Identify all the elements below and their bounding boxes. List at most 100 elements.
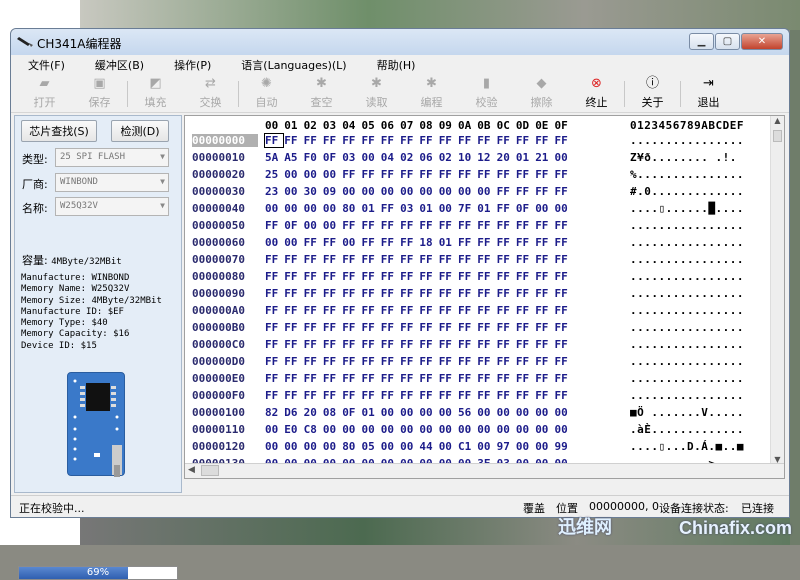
hex-byte[interactable]: FF [400, 338, 418, 351]
hex-byte[interactable]: FF [419, 389, 437, 402]
hex-byte[interactable]: FF [516, 355, 534, 368]
hex-byte[interactable]: 00 [555, 151, 573, 164]
hex-byte[interactable]: FF [284, 134, 302, 147]
hex-byte[interactable]: FF [477, 304, 495, 317]
hex-byte[interactable]: 80 [342, 202, 360, 215]
hex-byte[interactable]: 00 [284, 185, 302, 198]
tool-open[interactable]: ▰ 打开 [17, 75, 72, 113]
scroll-thumb[interactable] [773, 130, 782, 142]
hex-byte[interactable]: FF [323, 355, 341, 368]
hex-byte[interactable]: D6 [284, 406, 302, 419]
hex-byte[interactable]: FF [516, 270, 534, 283]
hex-byte[interactable]: FF [265, 219, 283, 232]
hex-byte[interactable]: 00 [477, 440, 495, 453]
row-ascii[interactable]: Z¥ð........ .!. [630, 151, 737, 164]
hex-byte[interactable]: FF [400, 236, 418, 249]
hex-byte[interactable]: FF [497, 321, 515, 334]
hex-row[interactable]: 00000060 00 00 FF FF 00 FF FF FF 18 01 FF FF FF FF FF FF… [185, 236, 784, 253]
hex-byte[interactable]: FF [304, 304, 322, 317]
hex-byte[interactable]: FF [400, 219, 418, 232]
hex-byte[interactable]: 00 [419, 185, 437, 198]
tool-blank-check[interactable]: ✱ 查空 [294, 75, 349, 113]
hex-row[interactable]: 000000D0 FF FF FF FF FF FF FF FF FF FF FF FF FF FF FF FF… [185, 355, 784, 372]
hex-byte[interactable]: FF [555, 134, 573, 147]
tool-auto[interactable]: ✺ 自动 [239, 75, 294, 113]
hex-byte[interactable]: 00 [284, 168, 302, 181]
hex-byte[interactable]: FF [284, 270, 302, 283]
hex-byte[interactable]: FF [439, 219, 457, 232]
hex-byte[interactable]: 12 [477, 151, 495, 164]
hex-byte[interactable]: FF [535, 134, 553, 147]
hex-byte[interactable]: 00 [323, 440, 341, 453]
hex-row[interactable]: 000000B0 FF FF FF FF FF FF FF FF FF FF FF FF FF FF FF FF… [185, 321, 784, 338]
hex-byte[interactable]: 00 [362, 423, 380, 436]
hex-byte[interactable]: FF [419, 304, 437, 317]
tool-exit[interactable]: ⇥ 退出 [681, 75, 736, 113]
hex-byte[interactable]: 21 [535, 151, 553, 164]
hex-byte[interactable]: FF [284, 253, 302, 266]
hex-byte[interactable]: 03 [342, 151, 360, 164]
hex-byte[interactable]: 0F [323, 151, 341, 164]
hex-byte[interactable]: FF [439, 168, 457, 181]
hex-byte[interactable]: FF [477, 219, 495, 232]
hex-byte[interactable]: FF [419, 287, 437, 300]
hex-byte[interactable]: FF [439, 287, 457, 300]
hex-byte[interactable]: FF [477, 372, 495, 385]
hex-byte[interactable]: 00 [323, 168, 341, 181]
hex-byte[interactable]: FF [439, 321, 457, 334]
hex-byte[interactable]: FF [535, 287, 553, 300]
hex-byte[interactable]: FF [535, 321, 553, 334]
minimize-button[interactable]: ▁ [689, 33, 714, 50]
hex-byte[interactable]: 00 [381, 423, 399, 436]
hex-byte[interactable]: F0 [304, 151, 322, 164]
hex-byte[interactable]: FF [555, 355, 573, 368]
hex-byte[interactable]: FF [458, 236, 476, 249]
hex-byte[interactable]: 00 [381, 406, 399, 419]
hex-byte[interactable]: 04 [381, 151, 399, 164]
hex-byte[interactable]: 00 [535, 423, 553, 436]
hex-byte[interactable]: FF [439, 338, 457, 351]
hex-byte[interactable]: FF [265, 355, 283, 368]
hex-byte[interactable]: 01 [419, 202, 437, 215]
hex-byte[interactable]: 00 [419, 423, 437, 436]
hex-byte[interactable]: FF [381, 219, 399, 232]
hex-byte[interactable]: FF [419, 355, 437, 368]
hex-byte[interactable]: 06 [419, 151, 437, 164]
hex-byte[interactable]: 09 [323, 185, 341, 198]
hex-byte[interactable]: 00 [477, 406, 495, 419]
hex-byte[interactable]: 30 [304, 185, 322, 198]
hex-byte[interactable]: FF [555, 219, 573, 232]
hex-byte[interactable]: FF [304, 253, 322, 266]
hex-row[interactable]: 00000070 FF FF FF FF FF FF FF FF FF FF FF FF FF FF FF FF… [185, 253, 784, 270]
hex-byte[interactable]: FF [323, 236, 341, 249]
row-ascii[interactable]: ....▯...D.Á.■..■ [630, 440, 744, 453]
hex-row[interactable]: 00000110 00 E0 C8 00 00 00 00 00 00 00 00 00 00 00 00 00… [185, 423, 784, 440]
hex-byte[interactable]: 00 [535, 406, 553, 419]
hex-row[interactable]: 000000F0 FF FF FF FF FF FF FF FF FF FF FF FF FF FF FF FF… [185, 389, 784, 406]
hex-byte[interactable]: 00 [497, 406, 515, 419]
vertical-scrollbar[interactable]: ▲ ▼ [770, 116, 784, 464]
detect-button[interactable]: 检测(D) [111, 120, 169, 142]
hex-byte[interactable]: FF [362, 321, 380, 334]
hex-byte[interactable]: FF [477, 355, 495, 368]
hex-byte[interactable]: 00 [439, 202, 457, 215]
hex-byte[interactable]: FF [323, 304, 341, 317]
hex-byte[interactable]: FF [555, 304, 573, 317]
row-ascii[interactable]: ................ [630, 355, 744, 368]
hex-byte[interactable]: 00 [284, 202, 302, 215]
hex-byte[interactable]: FF [497, 185, 515, 198]
hex-byte[interactable]: FF [555, 372, 573, 385]
hex-byte[interactable]: 00 [284, 236, 302, 249]
hex-byte[interactable]: FF [304, 338, 322, 351]
hex-byte[interactable]: FF [419, 321, 437, 334]
hex-byte[interactable]: FF [265, 389, 283, 402]
hex-byte[interactable]: FF [400, 321, 418, 334]
hex-byte[interactable]: 00 [304, 168, 322, 181]
horizontal-scrollbar[interactable]: ◀ [185, 463, 784, 478]
hex-byte[interactable]: FF [555, 185, 573, 198]
hex-byte[interactable]: 00 [458, 185, 476, 198]
hex-byte[interactable]: FF [419, 168, 437, 181]
hex-byte[interactable]: FF [400, 287, 418, 300]
hex-byte[interactable]: FF [458, 304, 476, 317]
hex-row[interactable]: 00000000 FF FF FF FF FF FF FF FF FF FF FF FF FF FF FF FF… [185, 133, 784, 151]
